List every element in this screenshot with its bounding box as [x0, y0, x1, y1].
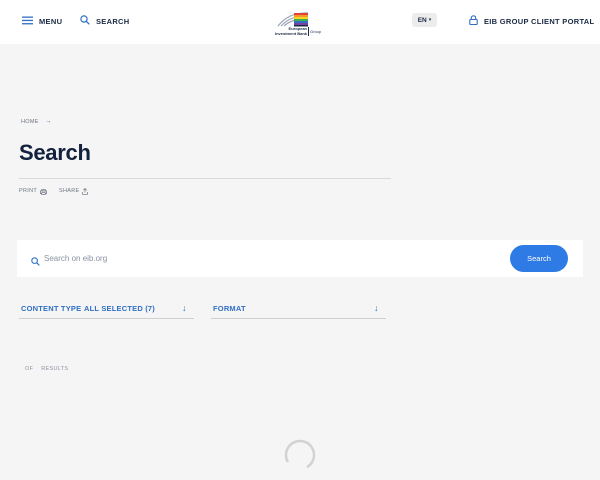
menu-icon — [22, 12, 33, 30]
loading-spinner — [284, 439, 316, 471]
search-icon — [31, 253, 40, 271]
language-selector[interactable]: EN ▾ — [412, 13, 437, 27]
arrow-down-icon: ↓ — [374, 303, 379, 313]
header-search-button[interactable]: SEARCH — [80, 13, 129, 29]
share-button[interactable]: SHARE — [59, 182, 89, 200]
title-divider — [19, 178, 391, 179]
search-panel: Search — [17, 240, 583, 277]
language-label: EN — [417, 16, 427, 24]
share-label: SHARE — [59, 188, 80, 194]
print-icon — [40, 182, 47, 200]
search-input[interactable] — [44, 250, 464, 267]
client-portal-link[interactable]: EIB GROUP CLIENT PORTAL — [469, 13, 594, 29]
search-label: SEARCH — [96, 16, 130, 26]
client-portal-label: EIB GROUP CLIENT PORTAL — [484, 16, 595, 26]
format-label: FORMAT — [213, 304, 246, 313]
search-icon — [80, 12, 90, 30]
print-button[interactable]: PRINT — [19, 182, 47, 200]
menu-button[interactable]: MENU — [22, 13, 62, 29]
content-type-selected: ALL SELECTED (7) — [84, 304, 155, 313]
logo-divider — [308, 27, 309, 36]
page-title: Search — [19, 140, 91, 165]
breadcrumb: HOME → — [21, 118, 52, 125]
chevron-down-icon: ▾ — [428, 17, 432, 23]
site-header: MENU SEARCH European Investment Bank Gro… — [0, 0, 600, 44]
content-type-label: CONTENT TYPE — [21, 304, 82, 313]
menu-label: MENU — [39, 16, 63, 26]
search-submit-button[interactable]: Search — [510, 245, 568, 272]
results-count: OF RESULTS — [25, 366, 68, 372]
print-label: PRINT — [19, 188, 37, 194]
arrow-right-icon: → — [44, 118, 52, 125]
logo-group-label: Group — [310, 29, 322, 34]
share-icon — [82, 182, 89, 200]
breadcrumb-home[interactable]: HOME — [21, 119, 39, 125]
lock-icon — [469, 12, 478, 30]
results-of-label: OF — [25, 366, 34, 372]
arrow-down-icon: ↓ — [182, 303, 187, 313]
logo-text: European Investment Bank — [274, 26, 307, 36]
format-filter[interactable]: FORMAT ↓ — [211, 300, 386, 319]
results-label: RESULTS — [41, 366, 69, 372]
content-type-filter[interactable]: CONTENT TYPE ALL SELECTED (7) ↓ — [19, 300, 194, 319]
